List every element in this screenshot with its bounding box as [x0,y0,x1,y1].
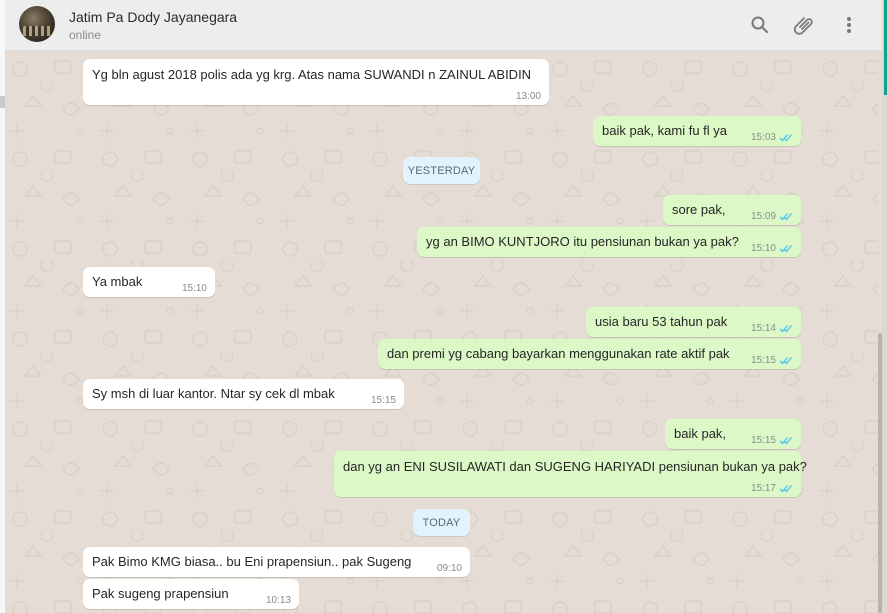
message-text: dan premi yg cabang bayarkan menggunakan… [387,346,730,361]
message-time: 15:15 [751,435,793,446]
message-outgoing[interactable]: dan yg an ENI SUSILAWATI dan SUGENG HARI… [334,451,807,497]
message-incoming[interactable]: Yg bln agust 2018 polis ada yg krg. Atas… [83,59,549,105]
message-outgoing[interactable]: dan premi yg cabang bayarkan menggunakan… [378,339,801,369]
chat-scrollbar[interactable] [878,51,882,613]
message-incoming[interactable]: Ya mbak 15:10 [83,267,215,297]
message-text: Yg bln agust 2018 polis ada yg krg. Atas… [92,67,532,82]
message-list[interactable]: Yg bln agust 2018 polis ada yg krg. Atas… [5,51,878,613]
read-receipt-icon [779,134,792,142]
message-outgoing[interactable]: sore pak, 15:09 [663,195,801,225]
date-divider-today: TODAY [413,509,470,536]
message-incoming[interactable]: Pak Bimo KMG biasa.. bu Eni prapensiun..… [83,547,470,577]
message-outgoing[interactable]: baik pak, 15:15 [665,419,801,449]
message-text: Pak sugeng prapensiun [92,586,229,601]
message-time: 15:14 [751,323,793,334]
read-receipt-icon [779,245,792,253]
message-text: Ya mbak [92,274,143,289]
message-outgoing[interactable]: yg an BIMO KUNTJORO itu pensiunan bukan … [417,227,801,257]
message-text: Sy msh di luar kantor. Ntar sy cek dl mb… [92,386,335,401]
read-receipt-icon [779,213,792,221]
message-time: 15:10 [751,243,793,254]
read-receipt-icon [779,437,792,445]
menu-icon[interactable] [837,13,861,37]
message-incoming[interactable]: Sy msh di luar kantor. Ntar sy cek dl mb… [83,379,404,409]
read-receipt-icon [779,485,792,493]
message-time: 15:10 [181,283,207,294]
attach-icon[interactable] [792,13,816,37]
message-time: 09:10 [436,563,462,574]
message-text: baik pak, [674,426,727,441]
message-time: 15:15 [751,355,793,366]
message-outgoing[interactable]: usia baru 53 tahun pak 15:14 [586,307,801,337]
message-text: baik pak, kami fu fl ya [602,123,727,138]
contact-status: online [69,28,102,42]
message-time: 15:15 [370,395,396,406]
search-icon[interactable] [748,13,772,37]
message-time: 15:03 [751,132,793,143]
chat-header: Jatim Pa Dody Jayanegara online [5,0,882,51]
scrollbar-thumb[interactable] [878,333,882,613]
message-text: sore pak, [672,202,726,217]
message-text: yg an BIMO KUNTJORO itu pensiunan bukan … [426,234,739,249]
message-incoming[interactable]: Pak sugeng prapensiun 10:13 [83,579,299,609]
message-time: 13:00 [515,91,541,102]
message-text: dan yg an ENI SUSILAWATI dan SUGENG HARI… [343,459,807,474]
message-time: 10:13 [265,595,291,606]
message-time: 15:17 [751,483,793,494]
date-divider-yesterday: YESTERDAY [403,157,480,184]
avatar[interactable] [19,6,55,42]
read-receipt-icon [779,325,792,333]
read-receipt-icon [779,357,792,365]
message-text: Pak Bimo KMG biasa.. bu Eni prapensiun..… [92,554,412,569]
message-text: usia baru 53 tahun pak [595,314,728,329]
message-time: 15:09 [751,211,793,222]
message-outgoing[interactable]: baik pak, kami fu fl ya 15:03 [593,116,801,146]
contact-name[interactable]: Jatim Pa Dody Jayanegara [69,9,237,25]
